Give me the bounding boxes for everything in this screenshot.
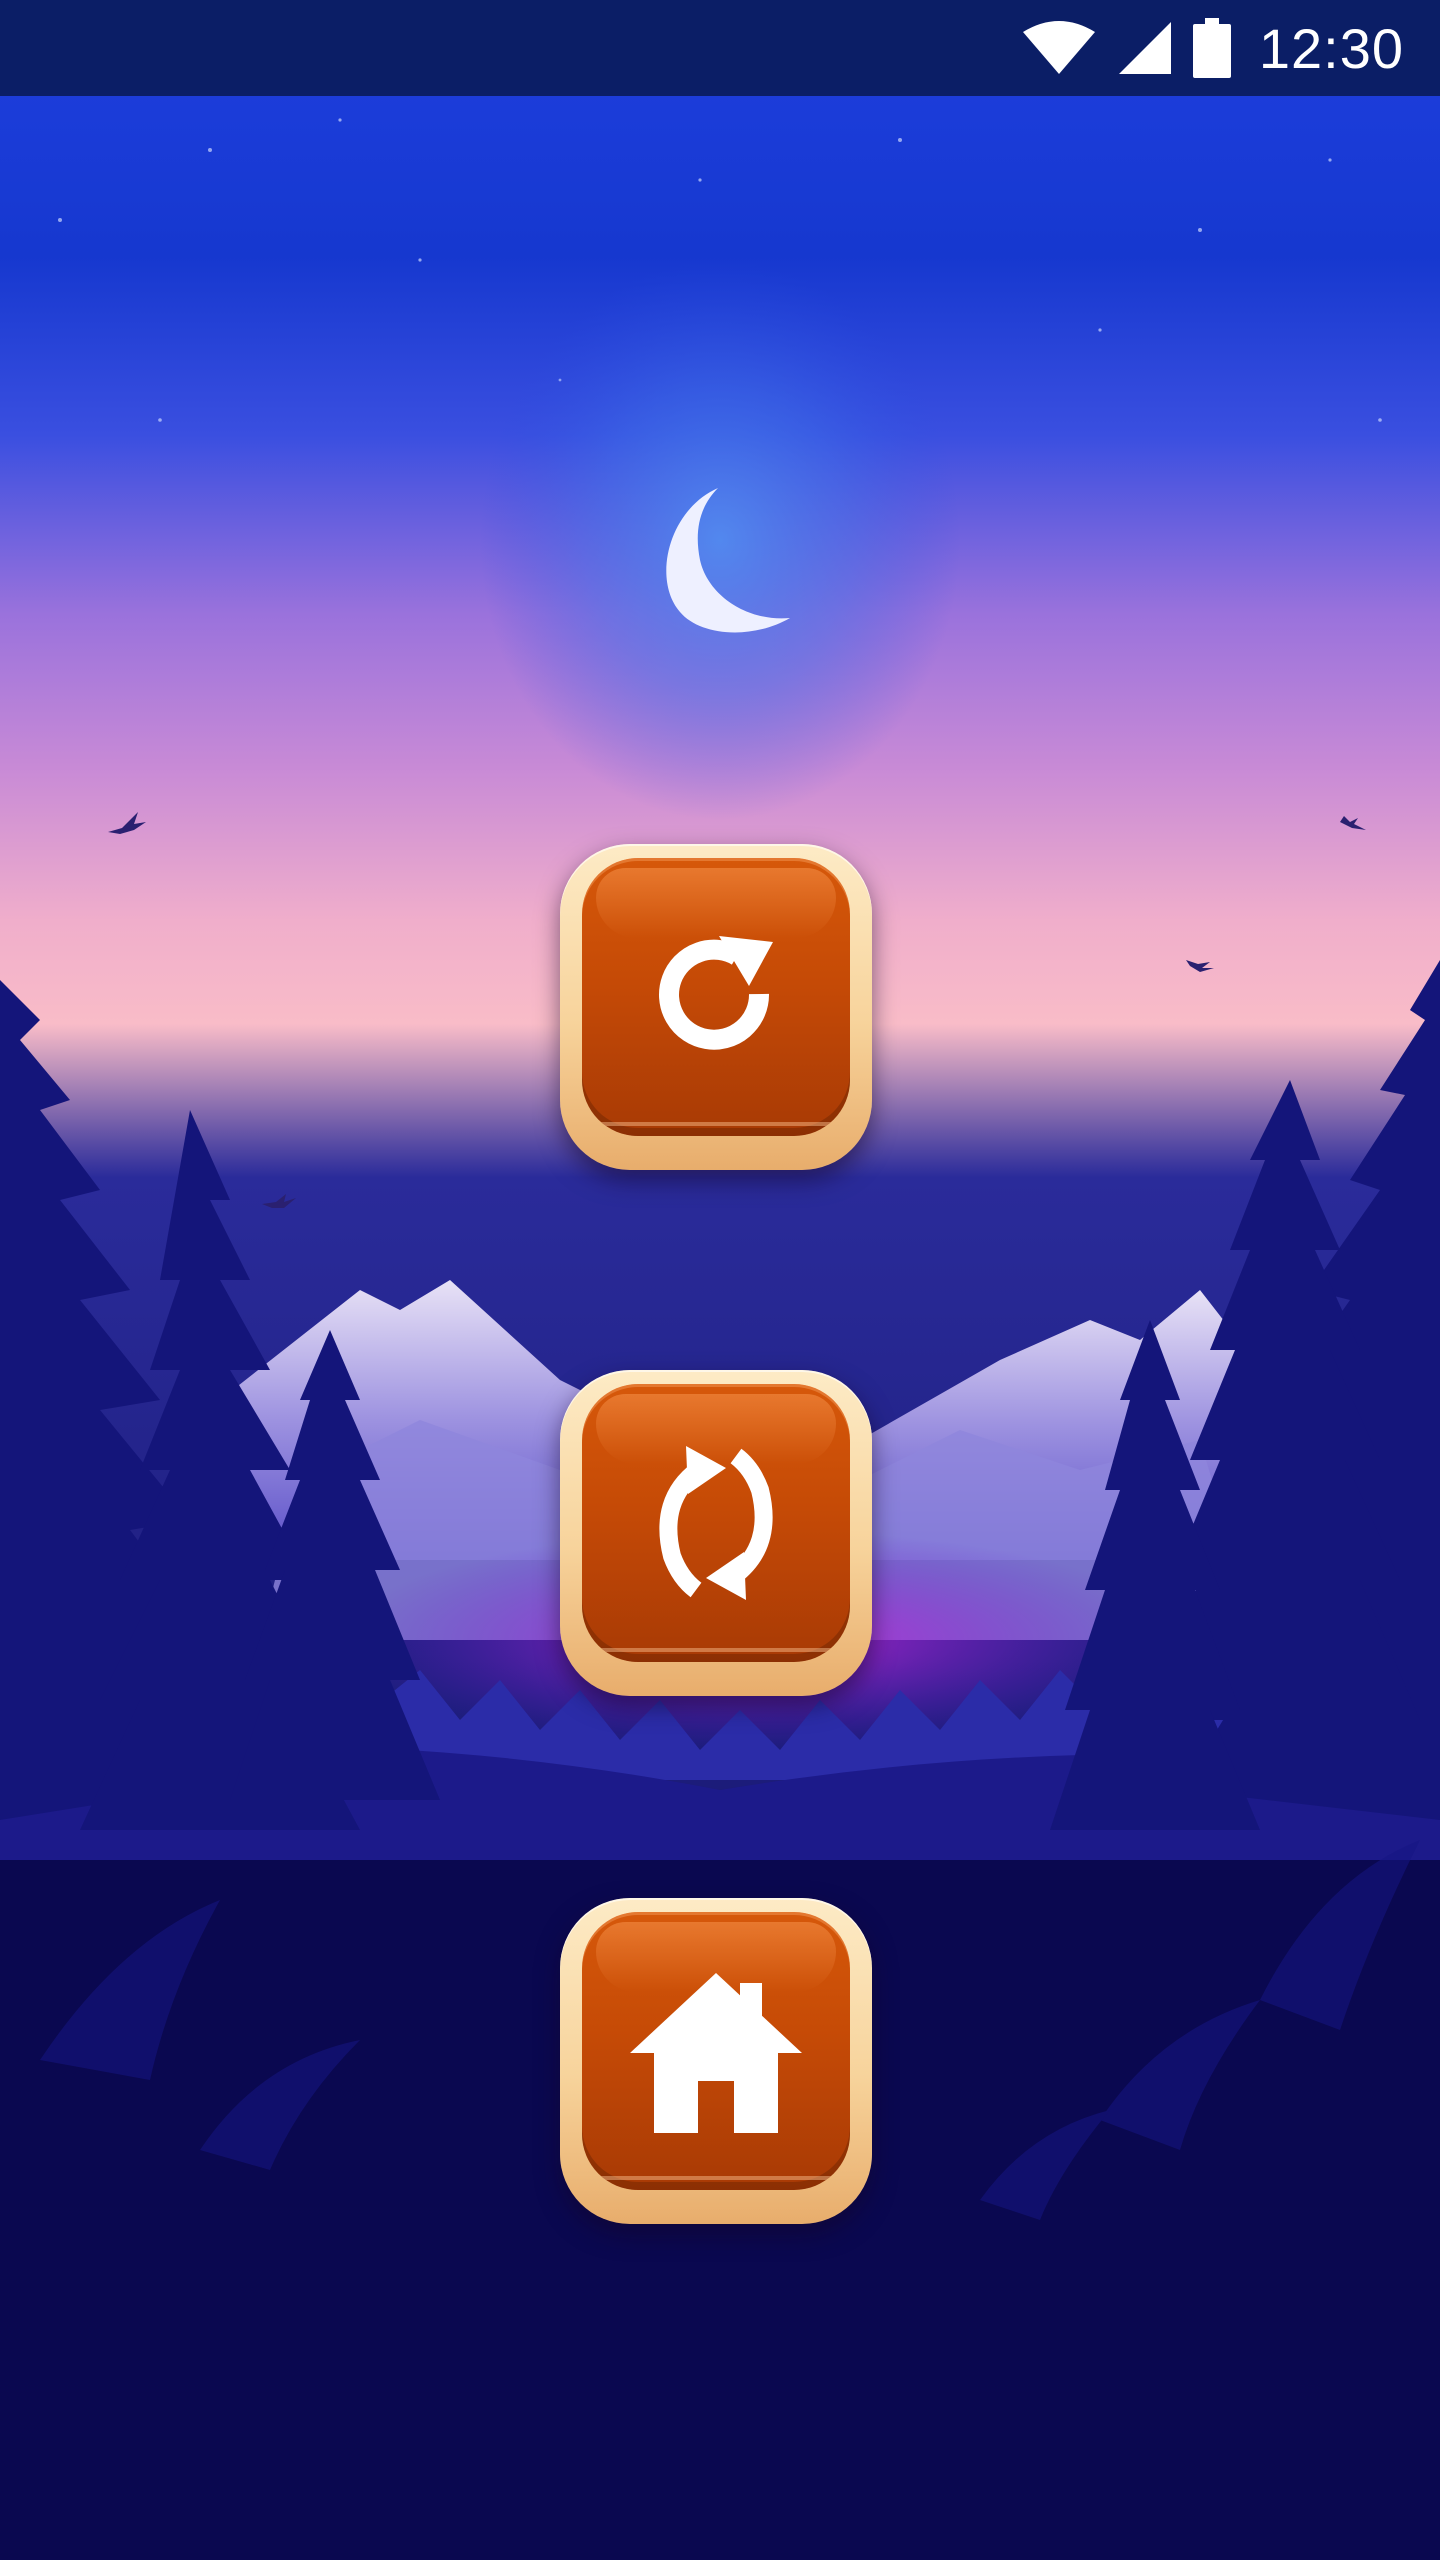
status-time: 12:30 xyxy=(1258,16,1404,80)
battery-icon xyxy=(1192,18,1231,78)
game-screen: 12:30 xyxy=(0,0,1440,2560)
refresh-button-face xyxy=(582,1384,850,1662)
restart-button[interactable] xyxy=(560,844,872,1170)
status-bar: 12:30 xyxy=(0,0,1440,96)
restart-button-face xyxy=(582,858,850,1136)
refresh-button[interactable] xyxy=(560,1370,872,1696)
cell-signal-icon xyxy=(1118,22,1171,74)
wifi-icon xyxy=(1022,21,1095,74)
home-icon xyxy=(630,1973,802,2133)
home-button-face xyxy=(582,1912,850,2190)
refresh-icon xyxy=(659,1446,773,1600)
home-button[interactable] xyxy=(560,1898,872,2224)
restart-icon xyxy=(659,936,773,1050)
